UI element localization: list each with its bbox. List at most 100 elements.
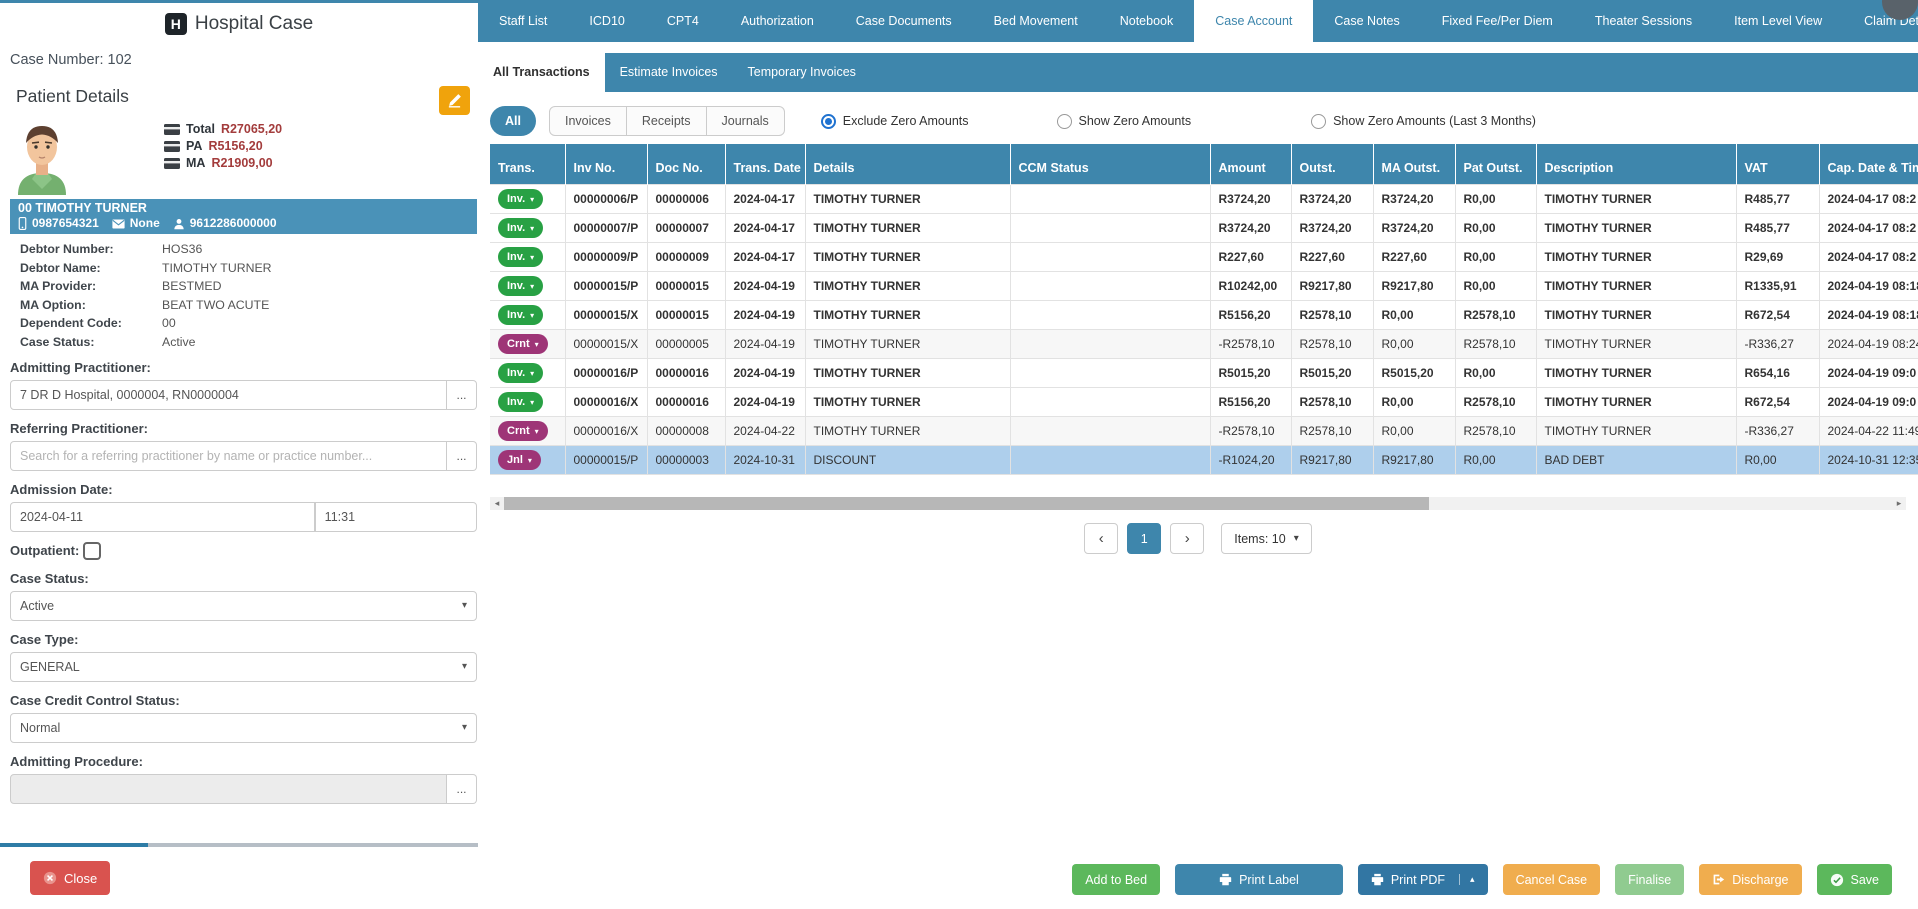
cell-cap-date: 2024-04-17 08:2 xyxy=(1819,185,1918,214)
next-page-button[interactable]: › xyxy=(1170,523,1204,554)
table-row[interactable]: Inv.▾00000007/P000000072024-04-17TIMOTHY… xyxy=(490,214,1918,243)
table-row[interactable]: Inv.▾00000015/P000000152024-04-19TIMOTHY… xyxy=(490,272,1918,301)
outpatient-checkbox[interactable] xyxy=(83,542,101,560)
table-row[interactable]: Crnt▾00000016/X000000082024-04-22TIMOTHY… xyxy=(490,417,1918,446)
radio-button-icon xyxy=(1311,114,1326,129)
filter-invoices[interactable]: Invoices xyxy=(549,106,627,136)
case-type-select[interactable]: GENERAL ▾ xyxy=(10,652,477,682)
trans-type-pill[interactable]: Crnt▾ xyxy=(498,421,548,441)
field-ma-option: MA Option:BEAT TWO ACUTE xyxy=(20,298,478,312)
cell-ccm-status xyxy=(1010,243,1210,272)
case-credit-control-select[interactable]: Normal ▾ xyxy=(10,713,477,743)
trans-type-pill[interactable]: Inv.▾ xyxy=(498,392,543,412)
trans-type-pill[interactable]: Inv.▾ xyxy=(498,247,543,267)
tab-authorization[interactable]: Authorization xyxy=(720,0,835,42)
chevron-down-icon: ▾ xyxy=(528,456,532,465)
tab-fixed-fee-per-diem[interactable]: Fixed Fee/Per Diem xyxy=(1421,0,1574,42)
cell-trans-date: 2024-04-19 xyxy=(725,272,805,301)
subtab-all-transactions[interactable]: All Transactions xyxy=(478,53,605,92)
tab-case-documents[interactable]: Case Documents xyxy=(835,0,973,42)
scroll-right-arrow-icon[interactable]: ▸ xyxy=(1892,497,1906,510)
admission-date-input[interactable] xyxy=(10,502,315,532)
previous-page-button[interactable]: ‹ xyxy=(1084,523,1118,554)
tab-cpt4[interactable]: CPT4 xyxy=(646,0,720,42)
trans-type-pill[interactable]: Inv.▾ xyxy=(498,218,543,238)
admission-time-input[interactable] xyxy=(315,502,477,532)
admitting-practitioner-input[interactable] xyxy=(10,380,447,410)
discharge-button[interactable]: Discharge xyxy=(1699,864,1801,895)
tab-item-level-view[interactable]: Item Level View xyxy=(1713,0,1843,42)
radio-show-zero-amounts[interactable]: Show Zero Amounts xyxy=(1057,114,1192,129)
chevron-up-icon[interactable]: ▴ xyxy=(1459,874,1475,885)
tab-icd10[interactable]: ICD10 xyxy=(568,0,645,42)
admitting-practitioner-more-button[interactable]: ... xyxy=(447,380,477,410)
referring-practitioner-input[interactable] xyxy=(10,441,447,471)
table-row[interactable]: Inv.▾00000006/P000000062024-04-17TIMOTHY… xyxy=(490,185,1918,214)
table-row[interactable]: Inv.▾00000016/X000000162024-04-19TIMOTHY… xyxy=(490,388,1918,417)
tab-bed-movement[interactable]: Bed Movement xyxy=(973,0,1099,42)
field-label: Debtor Number: xyxy=(20,242,162,256)
close-button[interactable]: Close xyxy=(30,861,110,895)
printer-icon xyxy=(1219,873,1232,886)
radio-exclude-zero-amounts[interactable]: Exclude Zero Amounts xyxy=(821,114,969,129)
print-label-button[interactable]: Print Label xyxy=(1175,864,1343,895)
cell-description: TIMOTHY TURNER xyxy=(1536,272,1736,301)
tab-case-notes[interactable]: Case Notes xyxy=(1313,0,1420,42)
field-debtor-number: Debtor Number:HOS36 xyxy=(20,242,478,256)
admitting-procedure-input[interactable] xyxy=(10,774,447,804)
referring-practitioner-more-button[interactable]: ... xyxy=(447,441,477,471)
trans-type-pill[interactable]: Inv.▾ xyxy=(498,305,543,325)
filter-receipts[interactable]: Receipts xyxy=(627,106,707,136)
chevron-down-icon: ▾ xyxy=(462,722,467,733)
save-button[interactable]: Save xyxy=(1817,864,1893,895)
radio-button-icon xyxy=(821,114,836,129)
table-row[interactable]: Jnl▾00000015/P000000032024-10-31DISCOUNT… xyxy=(490,446,1918,475)
table-row[interactable]: Inv.▾00000009/P000000092024-04-17TIMOTHY… xyxy=(490,243,1918,272)
cell-ma-outst: R0,00 xyxy=(1373,388,1455,417)
transactions-subtab-bar: All TransactionsEstimate InvoicesTempora… xyxy=(478,53,1918,92)
radio-show-zero-amounts-last-3-months[interactable]: Show Zero Amounts (Last 3 Months) xyxy=(1311,114,1536,129)
table-row[interactable]: Inv.▾00000015/X000000152024-04-19TIMOTHY… xyxy=(490,301,1918,330)
cell-outst: R5015,20 xyxy=(1291,359,1373,388)
table-row[interactable]: Crnt▾00000015/X000000052024-04-19TIMOTHY… xyxy=(490,330,1918,359)
page-1-button[interactable]: 1 xyxy=(1127,523,1161,554)
cell-details: TIMOTHY TURNER xyxy=(805,359,1010,388)
hospital-case-app: H Hospital Case Case Number: 102 Patient… xyxy=(0,0,1918,909)
filter-journals[interactable]: Journals xyxy=(707,106,785,136)
tab-case-account[interactable]: Case Account xyxy=(1194,0,1313,42)
trans-type-pill[interactable]: Inv.▾ xyxy=(498,189,543,209)
cell-trans-date: 2024-04-19 xyxy=(725,301,805,330)
case-number: Case Number: 102 xyxy=(10,52,478,68)
finalise-button[interactable]: Finalise xyxy=(1615,864,1684,895)
cancel-case-button[interactable]: Cancel Case xyxy=(1503,864,1601,895)
edit-patient-button[interactable] xyxy=(439,86,470,115)
print-pdf-button[interactable]: Print PDF▴ xyxy=(1358,864,1488,895)
trans-type-label: Inv. xyxy=(507,280,525,292)
mail-icon xyxy=(112,219,125,229)
cell-vat: R654,16 xyxy=(1736,359,1819,388)
scroll-left-arrow-icon[interactable]: ◂ xyxy=(490,497,504,510)
trans-type-pill[interactable]: Crnt▾ xyxy=(498,334,548,354)
admitting-procedure-label: Admitting Procedure: xyxy=(10,754,478,769)
total-label: PA xyxy=(186,139,202,153)
tab-notebook[interactable]: Notebook xyxy=(1099,0,1195,42)
filter-all[interactable]: All xyxy=(490,106,536,136)
tab-staff-list[interactable]: Staff List xyxy=(478,0,568,42)
trans-type-pill[interactable]: Inv.▾ xyxy=(498,276,543,296)
subtab-estimate-invoices[interactable]: Estimate Invoices xyxy=(605,53,733,92)
trans-type-pill[interactable]: Jnl▾ xyxy=(498,450,541,470)
referring-practitioner-label: Referring Practitioner: xyxy=(10,421,478,436)
add-to-bed-button[interactable]: Add to Bed xyxy=(1072,864,1160,895)
case-status-select[interactable]: Active ▾ xyxy=(10,591,477,621)
subtab-temporary-invoices[interactable]: Temporary Invoices xyxy=(733,53,871,92)
case-status-value: Active xyxy=(20,599,54,613)
horizontal-scrollbar[interactable]: ◂ ▸ xyxy=(490,497,1906,510)
trans-type-pill[interactable]: Inv.▾ xyxy=(498,363,543,383)
phone-icon xyxy=(18,217,27,230)
items-per-page-select[interactable]: Items: 10 ▾ xyxy=(1221,523,1311,554)
admitting-procedure-more-button[interactable]: ... xyxy=(447,774,477,804)
table-row[interactable]: Inv.▾00000016/P000000162024-04-19TIMOTHY… xyxy=(490,359,1918,388)
cell-outst: R9217,80 xyxy=(1291,272,1373,301)
tab-theater-sessions[interactable]: Theater Sessions xyxy=(1574,0,1713,42)
scrollbar-thumb[interactable] xyxy=(504,497,1429,510)
